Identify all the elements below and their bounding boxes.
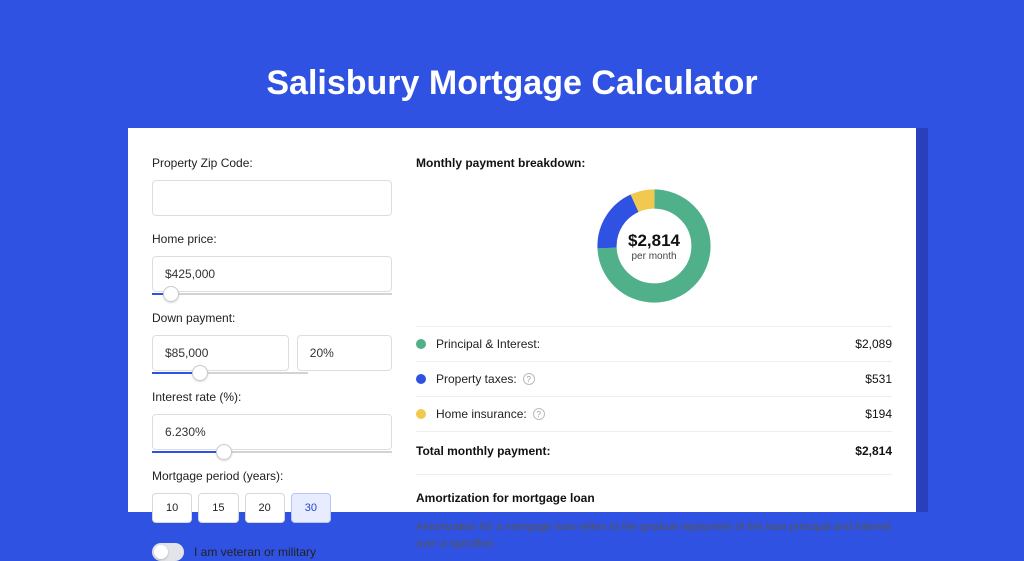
li-label: Property taxes: <box>436 372 517 386</box>
veteran-toggle-label: I am veteran or military <box>194 545 316 559</box>
donut-chart-wrap: $2,814 per month <box>416 184 892 308</box>
down-payment-field-group: Down payment: <box>152 311 392 374</box>
home-price-label: Home price: <box>152 232 392 246</box>
zip-input[interactable] <box>152 180 392 216</box>
total-row: Total monthly payment: $2,814 <box>416 431 892 474</box>
donut-chart: $2,814 per month <box>592 184 716 308</box>
period-button-row: 10 15 20 30 <box>152 493 392 523</box>
interest-field-group: Interest rate (%): <box>152 390 392 453</box>
line-item-principal: Principal & Interest: $2,089 <box>416 326 892 361</box>
slider-thumb[interactable] <box>216 444 232 460</box>
interest-input[interactable] <box>152 414 392 450</box>
total-value: $2,814 <box>855 444 892 458</box>
breakdown-column: Monthly payment breakdown: $2,814 per mo… <box>416 156 892 512</box>
down-payment-slider[interactable] <box>152 372 308 374</box>
interest-label: Interest rate (%): <box>152 390 392 404</box>
li-value: $2,089 <box>855 337 892 351</box>
down-payment-pct-input[interactable] <box>297 335 392 371</box>
slider-thumb[interactable] <box>192 365 208 381</box>
period-btn-15[interactable]: 15 <box>198 493 238 523</box>
zip-label: Property Zip Code: <box>152 156 392 170</box>
form-column: Property Zip Code: Home price: Down paym… <box>152 156 392 512</box>
donut-center: $2,814 per month <box>592 184 716 308</box>
donut-amount: $2,814 <box>628 231 680 251</box>
home-price-input[interactable] <box>152 256 392 292</box>
slider-thumb[interactable] <box>163 286 179 302</box>
dot-icon <box>416 374 426 384</box>
page-title: Salisbury Mortgage Calculator <box>0 0 1024 103</box>
down-payment-label: Down payment: <box>152 311 392 325</box>
calculator-card: Property Zip Code: Home price: Down paym… <box>128 128 916 512</box>
li-label: Principal & Interest: <box>436 337 540 351</box>
li-value: $194 <box>865 407 892 421</box>
home-price-field-group: Home price: <box>152 232 392 295</box>
amortization-title: Amortization for mortgage loan <box>416 475 892 505</box>
period-btn-30[interactable]: 30 <box>291 493 331 523</box>
dot-icon <box>416 339 426 349</box>
donut-sub: per month <box>631 251 676 262</box>
li-value: $531 <box>865 372 892 386</box>
total-label: Total monthly payment: <box>416 444 550 458</box>
dot-icon <box>416 409 426 419</box>
line-item-taxes: Property taxes: ? $531 <box>416 361 892 396</box>
interest-slider[interactable] <box>152 451 392 453</box>
veteran-toggle[interactable] <box>152 543 184 561</box>
down-payment-amount-input[interactable] <box>152 335 289 371</box>
amortization-text: Amortization for a mortgage loan refers … <box>416 519 892 552</box>
li-label: Home insurance: <box>436 407 527 421</box>
period-btn-10[interactable]: 10 <box>152 493 192 523</box>
home-price-slider[interactable] <box>152 293 392 295</box>
period-btn-20[interactable]: 20 <box>245 493 285 523</box>
zip-field-group: Property Zip Code: <box>152 156 392 216</box>
period-label: Mortgage period (years): <box>152 469 392 483</box>
line-item-insurance: Home insurance: ? $194 <box>416 396 892 431</box>
help-icon[interactable]: ? <box>523 373 535 385</box>
period-field-group: Mortgage period (years): 10 15 20 30 <box>152 469 392 523</box>
help-icon[interactable]: ? <box>533 408 545 420</box>
breakdown-title: Monthly payment breakdown: <box>416 156 892 170</box>
veteran-toggle-row: I am veteran or military <box>152 543 392 561</box>
